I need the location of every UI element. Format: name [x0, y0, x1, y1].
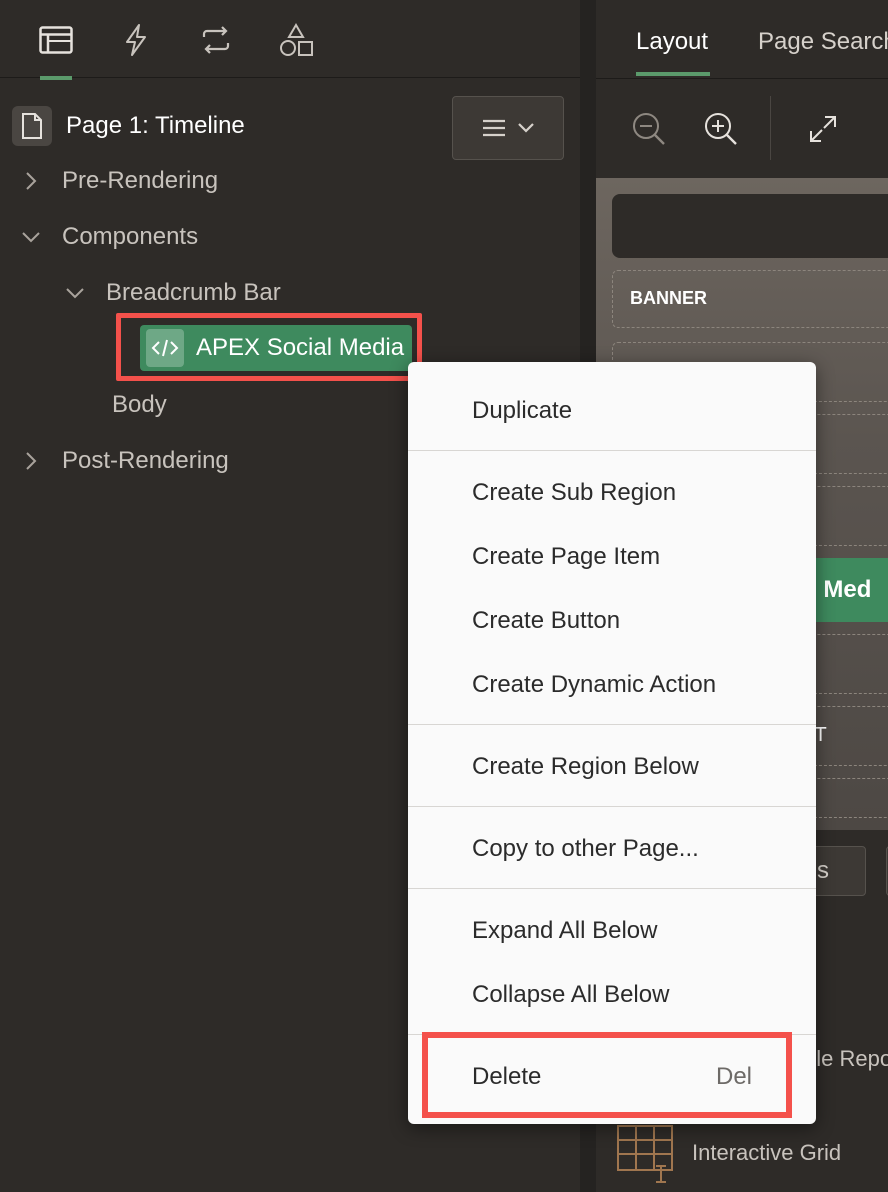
banner-label: BANNER [630, 288, 708, 308]
menu-item-create-sub-region[interactable]: Create Sub Region [408, 461, 816, 525]
context-menu: Duplicate Create Sub Region Create Page … [408, 362, 816, 1124]
tree-node-label: Body [112, 391, 167, 418]
tab-layout[interactable]: Layout [636, 28, 708, 56]
menu-separator [408, 806, 816, 807]
hamburger-icon [483, 119, 505, 137]
gallery-item-label[interactable]: gle Repo [804, 1046, 888, 1072]
menu-item-create-page-item[interactable]: Create Page Item [408, 525, 816, 589]
tab-processing[interactable] [190, 16, 242, 64]
active-tab-indicator [636, 72, 710, 76]
chevron-down-icon[interactable] [60, 287, 90, 299]
tree-node-label: Post-Rendering [62, 447, 229, 474]
refresh-arrows-icon [202, 26, 230, 54]
zoom-in-icon [705, 113, 737, 145]
menu-item-collapse-all-below[interactable]: Collapse All Below [408, 963, 816, 1027]
tree-node-body[interactable]: Body [112, 385, 167, 425]
tree-node-label: Components [62, 223, 199, 250]
menu-item-create-dynamic-action[interactable]: Create Dynamic Action [408, 653, 816, 717]
page-title[interactable]: Page 1: Timeline [66, 112, 245, 140]
tree-node-components[interactable]: Components [16, 217, 198, 257]
tab-dynamic-actions[interactable] [110, 16, 162, 64]
tree-node-label: Breadcrumb Bar [106, 279, 281, 306]
chevron-right-icon[interactable] [16, 451, 46, 471]
zoom-out-icon [633, 113, 665, 145]
lightning-icon [126, 24, 146, 56]
tree-node-post-rendering[interactable]: Post-Rendering [16, 441, 229, 481]
expand-button[interactable] [800, 106, 846, 152]
shapes-icon [280, 23, 313, 56]
chevron-down-icon [518, 123, 534, 133]
menu-separator [408, 888, 816, 889]
tab-page-search[interactable]: Page Search [758, 28, 888, 56]
interactive-grid-icon[interactable] [616, 1124, 676, 1189]
menu-separator [408, 450, 816, 451]
page-icon [12, 106, 52, 146]
tab-shared-components[interactable] [270, 16, 322, 64]
tree-node-breadcrumb-bar[interactable]: Breadcrumb Bar [60, 273, 281, 313]
zoom-out-button[interactable] [626, 106, 672, 152]
gallery-item-label[interactable]: Interactive Grid [692, 1140, 841, 1166]
menu-item-expand-all-below[interactable]: Expand All Below [408, 899, 816, 963]
left-pane-tabs [0, 0, 580, 80]
canvas-top-bar [612, 194, 888, 258]
menu-separator [408, 724, 816, 725]
highlight-box-delete [422, 1032, 792, 1118]
highlight-box-selected-node [116, 313, 422, 381]
tabs-divider [596, 78, 888, 79]
toolbar-separator [770, 96, 771, 160]
menu-item-create-button[interactable]: Create Button [408, 589, 816, 653]
tree-menu-button[interactable] [452, 96, 564, 160]
tree-node-pre-rendering[interactable]: Pre-Rendering [16, 161, 218, 201]
tab-rendering[interactable] [30, 16, 82, 80]
menu-item-create-region-below[interactable]: Create Region Below [408, 735, 816, 799]
tree-header: Page 1: Timeline [12, 106, 245, 146]
tree-node-label: Pre-Rendering [62, 167, 219, 194]
menu-item-duplicate[interactable]: Duplicate [408, 379, 816, 443]
chevron-down-icon[interactable] [16, 231, 46, 243]
rendering-tree-icon [39, 26, 73, 54]
menu-item-copy-to-other-page[interactable]: Copy to other Page... [408, 817, 816, 881]
zoom-in-button[interactable] [698, 106, 744, 152]
chevron-right-icon[interactable] [16, 171, 46, 191]
expand-icon [810, 116, 836, 142]
